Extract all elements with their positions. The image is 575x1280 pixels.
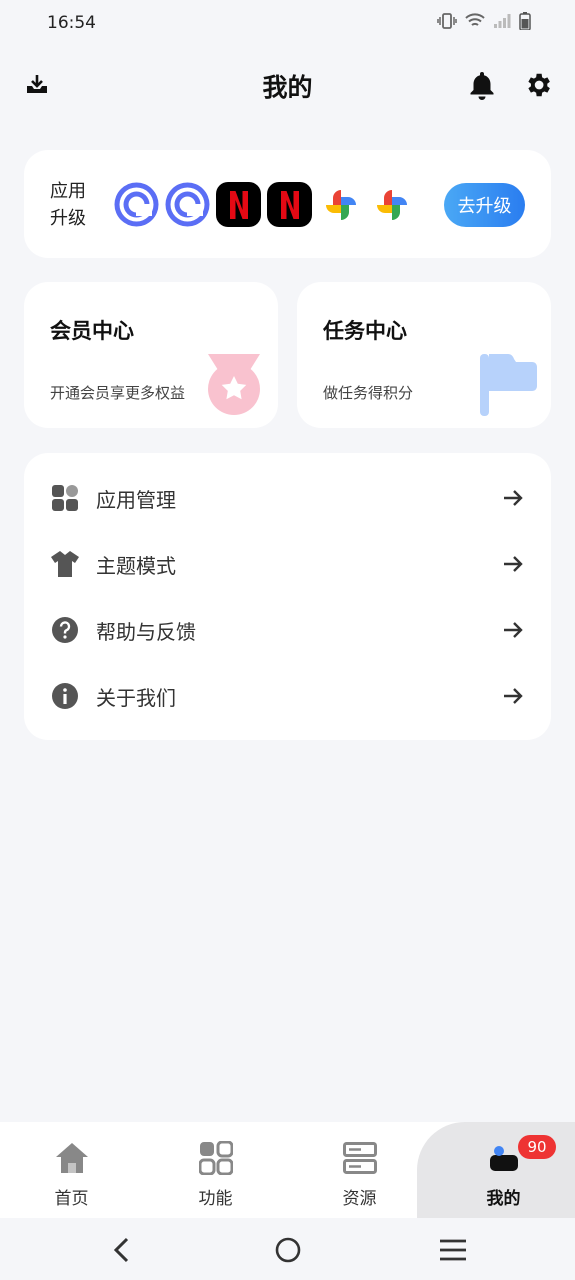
- upgrade-app-icons: [114, 182, 414, 227]
- nav-item-function[interactable]: 功能: [144, 1122, 287, 1218]
- member-center-title: 会员中心: [50, 319, 134, 343]
- battery-icon: [519, 12, 531, 30]
- menu-item-label: 关于我们: [96, 685, 176, 710]
- menu-item-theme-mode[interactable]: 主题模式: [24, 531, 551, 597]
- app-c-icon[interactable]: [114, 182, 159, 227]
- nav-label: 资源: [342, 1189, 377, 1209]
- notification-badge: 90: [518, 1135, 556, 1159]
- flag-icon: [480, 354, 537, 416]
- wifi-icon: [465, 13, 485, 26]
- netflix-icon[interactable]: [216, 182, 261, 227]
- function-grid-icon: [196, 1138, 236, 1178]
- medal-icon: [208, 354, 260, 415]
- arrow-right-icon: [504, 490, 523, 506]
- tshirt-icon: [50, 549, 80, 579]
- menu-item-label: 应用管理: [96, 487, 176, 512]
- menu-item-label: 帮助与反馈: [96, 619, 196, 644]
- menu-item-app-management[interactable]: 应用管理: [24, 465, 551, 531]
- member-center-subtitle: 开通会员享更多权益: [50, 384, 186, 402]
- task-center-subtitle: 做任务得积分: [323, 384, 414, 402]
- server-icon: [340, 1138, 380, 1178]
- upgrade-label-line2: 升级: [50, 208, 86, 229]
- member-center-card[interactable]: 会员中心 开通会员享更多权益: [24, 282, 278, 428]
- upgrade-button[interactable]: 去升级: [444, 183, 525, 227]
- help-icon: [50, 615, 80, 645]
- pinwheel-icon[interactable]: [318, 182, 363, 227]
- menu-card: 应用管理 主题模式 帮助与反馈 关于我们: [24, 453, 551, 740]
- apps-grid-icon: [50, 483, 80, 513]
- app-upgrade-card: 应用 升级 去升级: [24, 150, 551, 258]
- arrow-right-icon: [504, 556, 523, 572]
- upgrade-label-line1: 应用: [50, 181, 86, 202]
- arrow-right-icon: [504, 622, 523, 638]
- status-time: 16:54: [47, 13, 96, 33]
- menu-item-about-us[interactable]: 关于我们: [24, 663, 551, 729]
- netflix-icon[interactable]: [267, 182, 312, 227]
- menu-item-help-feedback[interactable]: 帮助与反馈: [24, 597, 551, 663]
- task-center-title: 任务中心: [323, 319, 407, 343]
- upgrade-label: 应用 升级: [50, 178, 90, 232]
- menu-item-label: 主题模式: [96, 553, 176, 578]
- status-icons: [437, 12, 531, 30]
- menu-lines-icon[interactable]: [433, 1230, 473, 1270]
- task-center-card[interactable]: 任务中心 做任务得积分: [297, 282, 551, 428]
- arrow-right-icon: [504, 688, 523, 704]
- nav-label: 首页: [54, 1189, 89, 1209]
- gear-icon[interactable]: [521, 68, 555, 102]
- nav-item-mine[interactable]: 我的: [432, 1122, 575, 1218]
- bell-icon[interactable]: [465, 68, 499, 102]
- info-icon: [50, 681, 80, 711]
- nav-label: 我的: [486, 1189, 521, 1209]
- home-circle-icon[interactable]: [268, 1230, 308, 1270]
- nav-label: 功能: [198, 1189, 233, 1209]
- home-icon: [52, 1138, 92, 1178]
- back-icon[interactable]: [102, 1230, 142, 1270]
- nav-item-home[interactable]: 首页: [0, 1122, 143, 1218]
- app-c-icon[interactable]: [165, 182, 210, 227]
- signal-icon: [494, 14, 511, 28]
- nav-item-resources[interactable]: 资源: [288, 1122, 431, 1218]
- vibrate-icon: [437, 13, 457, 29]
- pinwheel-icon[interactable]: [369, 182, 414, 227]
